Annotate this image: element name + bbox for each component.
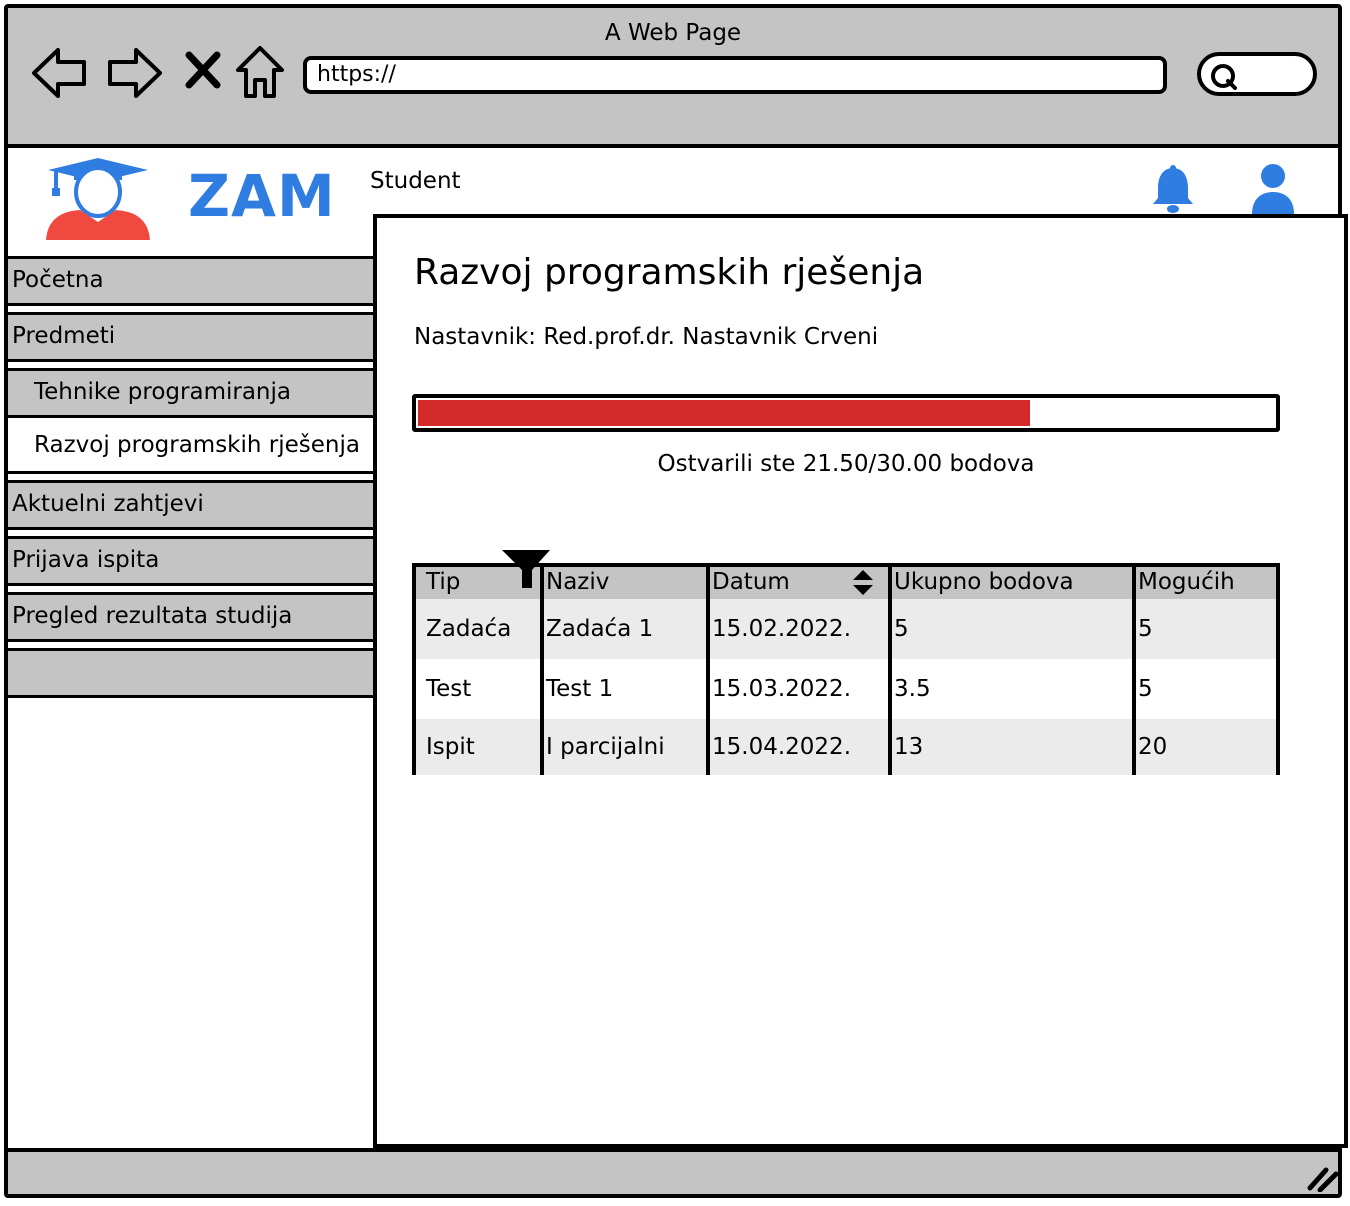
url-input[interactable]: https:// [303, 56, 1167, 94]
results-table: Tip Naziv Datum Ukupno bodova Mogućih Za… [412, 563, 1280, 775]
resize-grip-icon[interactable] [1306, 1166, 1340, 1192]
sidebar-item-prijava-ispita[interactable]: Prijava ispita [8, 536, 376, 586]
sidebar-item-predmeti[interactable]: Predmeti [8, 312, 376, 362]
header-mogucih[interactable]: Mogućih [1134, 567, 1276, 599]
sort-icon[interactable] [850, 568, 876, 598]
browser-search-box[interactable] [1197, 52, 1317, 96]
sidebar-nav: Početna Predmeti Tehnike programiranja R… [8, 256, 376, 704]
column-divider [1132, 563, 1136, 775]
table-cell: Test [426, 676, 472, 702]
column-divider [540, 563, 544, 775]
progress-fill [418, 400, 1031, 426]
teacher-info: Nastavnik: Red.prof.dr. Nastavnik Crveni [414, 324, 879, 350]
brand-name: ZAM [188, 162, 336, 230]
table-cell: 5 [1138, 676, 1153, 702]
sidebar-item-pregled-rezultata[interactable]: Pregled rezultata studija [8, 592, 376, 642]
table-row: Zadaća Zadaća 1 15.02.2022. 5 5 [416, 599, 1276, 659]
progress-text: Ostvarili ste 21.50/30.00 bodova [657, 451, 1035, 477]
table-cell: 5 [1138, 616, 1153, 642]
user-profile-icon[interactable] [1248, 162, 1298, 214]
stop-x-icon[interactable] [184, 50, 222, 90]
table-cell: 15.04.2022. [712, 734, 851, 760]
table-cell: Zadaća [426, 616, 512, 642]
table-cell: I parcijalni [546, 734, 665, 760]
table-cell: Zadaća 1 [546, 616, 654, 642]
sidebar-item-tehnike-programiranja[interactable]: Tehnike programiranja [8, 368, 376, 418]
sidebar-item-empty[interactable] [8, 648, 376, 698]
table-row: Ispit I parcijalni 15.04.2022. 13 20 [416, 719, 1276, 775]
sidebar-item-razvoj-programskih-rjesenja[interactable]: Razvoj programskih rješenja [8, 424, 376, 474]
points-progress-bar [412, 394, 1280, 432]
page-title: Razvoj programskih rješenja [414, 252, 925, 293]
column-divider [706, 563, 710, 775]
user-role: Student [370, 168, 461, 194]
window-title: A Web Page [604, 20, 742, 46]
sidebar-item-pocetna[interactable]: Početna [8, 256, 376, 306]
home-icon[interactable] [234, 44, 286, 100]
forward-arrow-icon[interactable] [104, 44, 164, 102]
back-arrow-icon[interactable] [30, 44, 90, 102]
table-cell: 13 [894, 734, 924, 760]
table-row: Test Test 1 15.03.2022. 3.5 5 [416, 659, 1276, 719]
search-icon [1211, 64, 1237, 90]
header-naziv[interactable]: Naziv [542, 567, 708, 599]
table-cell: 5 [894, 616, 909, 642]
notification-bell-icon[interactable] [1150, 164, 1196, 214]
status-bar [8, 1148, 1338, 1194]
table-cell: Test 1 [546, 676, 614, 702]
graduate-logo-icon [46, 158, 150, 240]
table-cell: 3.5 [894, 676, 931, 702]
table-cell: Ispit [426, 734, 475, 760]
header-ukupno-bodova[interactable]: Ukupno bodova [890, 567, 1134, 599]
sidebar-item-aktuelni-zahtjevi[interactable]: Aktuelni zahtjevi [8, 480, 376, 530]
column-divider [888, 563, 892, 775]
filter-funnel-icon[interactable] [500, 548, 552, 592]
table-cell: 15.02.2022. [712, 616, 851, 642]
table-cell: 20 [1138, 734, 1168, 760]
table-cell: 15.03.2022. [712, 676, 851, 702]
